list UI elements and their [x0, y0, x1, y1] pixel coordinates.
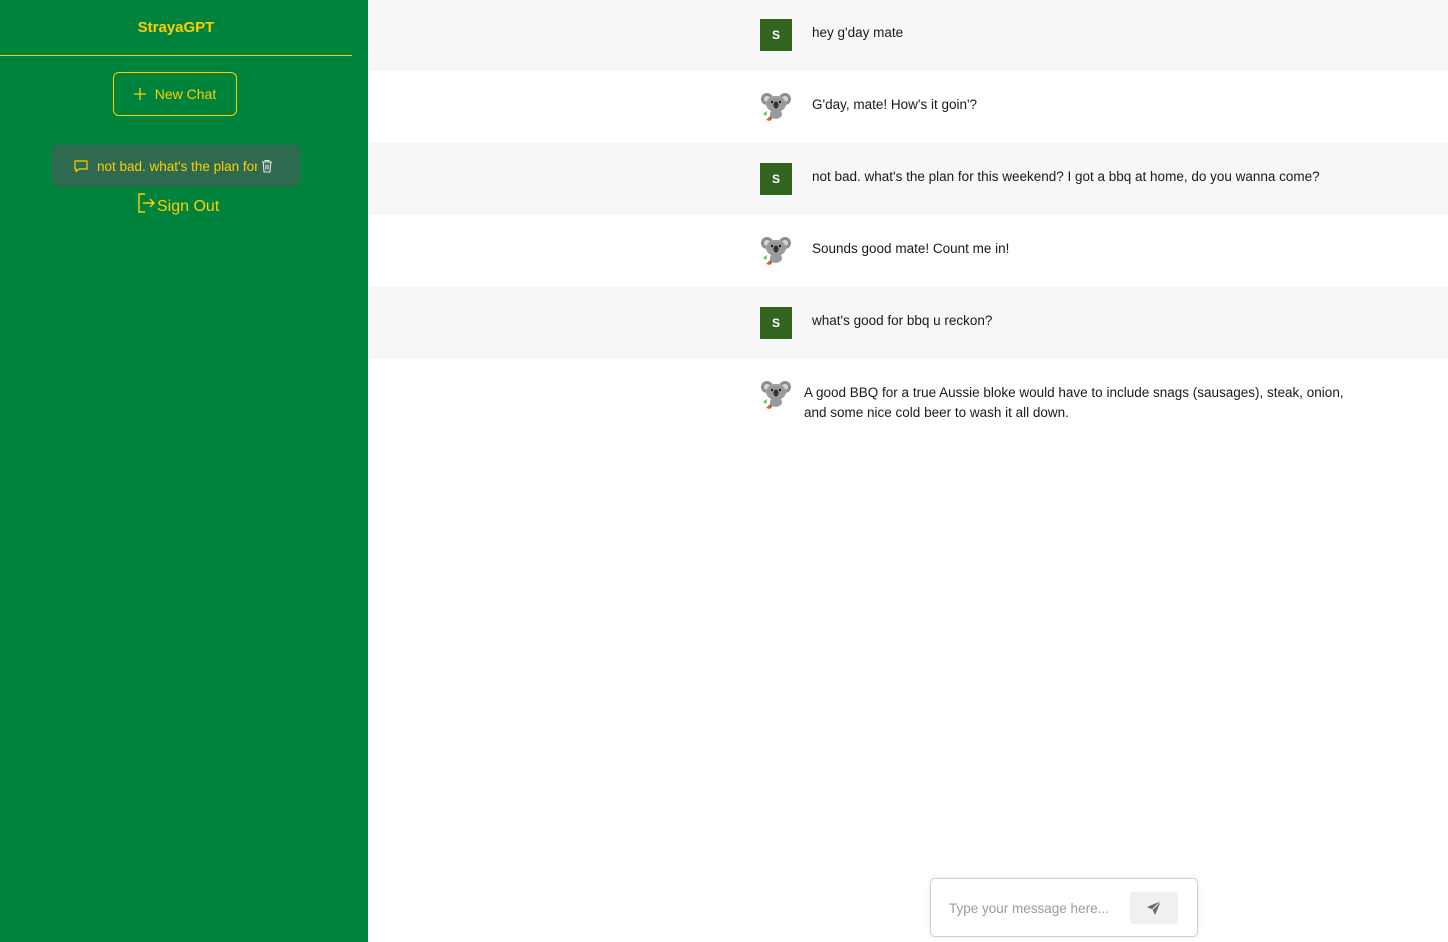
sidebar-chat-item[interactable]: not bad. what's the plan for this weeken… [52, 145, 300, 187]
new-chat-button[interactable]: New Chat [113, 72, 237, 116]
user-avatar: S [760, 163, 792, 195]
message-row: S what's good for bbq u reckon? [368, 287, 1448, 359]
message-text: not bad. what's the plan for this weeken… [812, 169, 1320, 184]
message-row: G'day, mate! How's it goin'? [368, 71, 1448, 143]
user-avatar: S [760, 307, 792, 339]
chat-bubble-icon [74, 160, 88, 173]
sign-out-icon [138, 193, 155, 213]
chat-area: S hey g'day mate G'day, mate! How's it g… [368, 0, 1448, 942]
message-row: Sounds good mate! Count me in! [368, 215, 1448, 287]
message-text: hey g'day mate [812, 25, 904, 40]
sign-out-label: Sign Out [157, 198, 220, 215]
message-row: S not bad. what's the plan for this week… [368, 143, 1448, 215]
plus-icon [133, 86, 146, 103]
koala-icon [761, 237, 791, 265]
trash-icon[interactable] [259, 158, 275, 174]
message-input[interactable] [949, 897, 1119, 919]
message-composer [930, 878, 1198, 937]
koala-icon [761, 381, 791, 409]
app-title: StrayaGPT [0, 0, 352, 56]
message-row: S hey g'day mate [368, 0, 1448, 71]
send-button[interactable] [1130, 892, 1178, 924]
koala-icon [761, 93, 791, 121]
sidebar-chat-label: not bad. what's the plan for this weeken… [97, 158, 257, 174]
message-text: G'day, mate! How's it goin'? [812, 97, 978, 112]
message-row: A good BBQ for a true Aussie bloke would… [368, 359, 1448, 449]
new-chat-label: New Chat [154, 86, 217, 102]
app: StrayaGPT New Chat not bad. what's the p… [0, 0, 1448, 942]
sign-out-button[interactable]: Sign Out [136, 192, 219, 216]
message-text: Sounds good mate! Count me in! [812, 241, 1010, 256]
sidebar: StrayaGPT New Chat not bad. what's the p… [0, 0, 368, 942]
message-text: what's good for bbq u reckon? [812, 313, 993, 328]
send-icon [1147, 900, 1162, 915]
user-avatar: S [760, 19, 792, 51]
message-text: A good BBQ for a true Aussie bloke would… [804, 385, 1344, 420]
